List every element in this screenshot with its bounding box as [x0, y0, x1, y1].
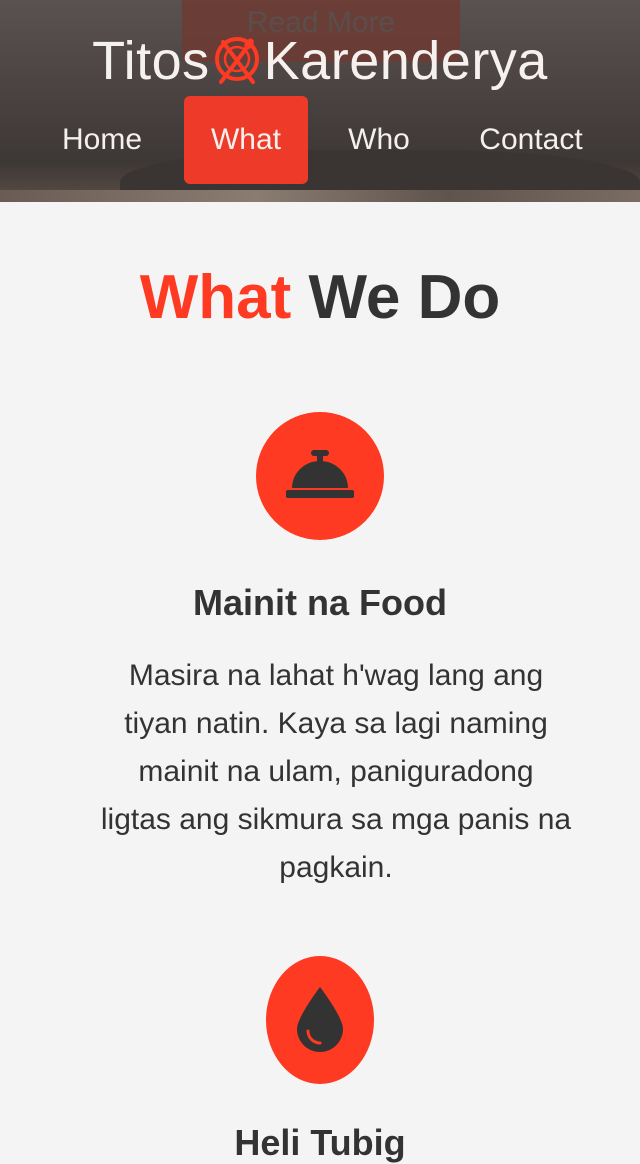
- section-title-accent: What: [139, 263, 292, 332]
- main-nav: Home What Who Contact: [0, 96, 640, 184]
- nav-item-home[interactable]: Home: [40, 96, 164, 184]
- feature-description: Masira na lahat h'wag lang ang tiyan nat…: [100, 659, 572, 884]
- plate-fork-spoon-icon: [211, 32, 263, 90]
- site-header: Read More Titos Karenderya Home What Who…: [0, 0, 640, 202]
- nav-item-contact[interactable]: Contact: [456, 96, 606, 184]
- background-table-strip: [0, 190, 640, 202]
- logo-text-left: Titos: [92, 31, 210, 91]
- feature-title: Heli Tubig: [234, 1122, 406, 1163]
- section-title: What We Do: [0, 262, 640, 334]
- site-logo[interactable]: Titos Karenderya: [0, 30, 640, 92]
- nav-item-what[interactable]: What: [184, 96, 308, 184]
- water-drop-icon: [266, 956, 374, 1084]
- nav-item-who[interactable]: Who: [328, 96, 430, 184]
- service-bell-icon: [256, 412, 384, 540]
- feature-title: Mainit na Food: [193, 582, 447, 623]
- logo-text-right: Karenderya: [263, 31, 548, 91]
- section-title-rest: We Do: [308, 263, 501, 332]
